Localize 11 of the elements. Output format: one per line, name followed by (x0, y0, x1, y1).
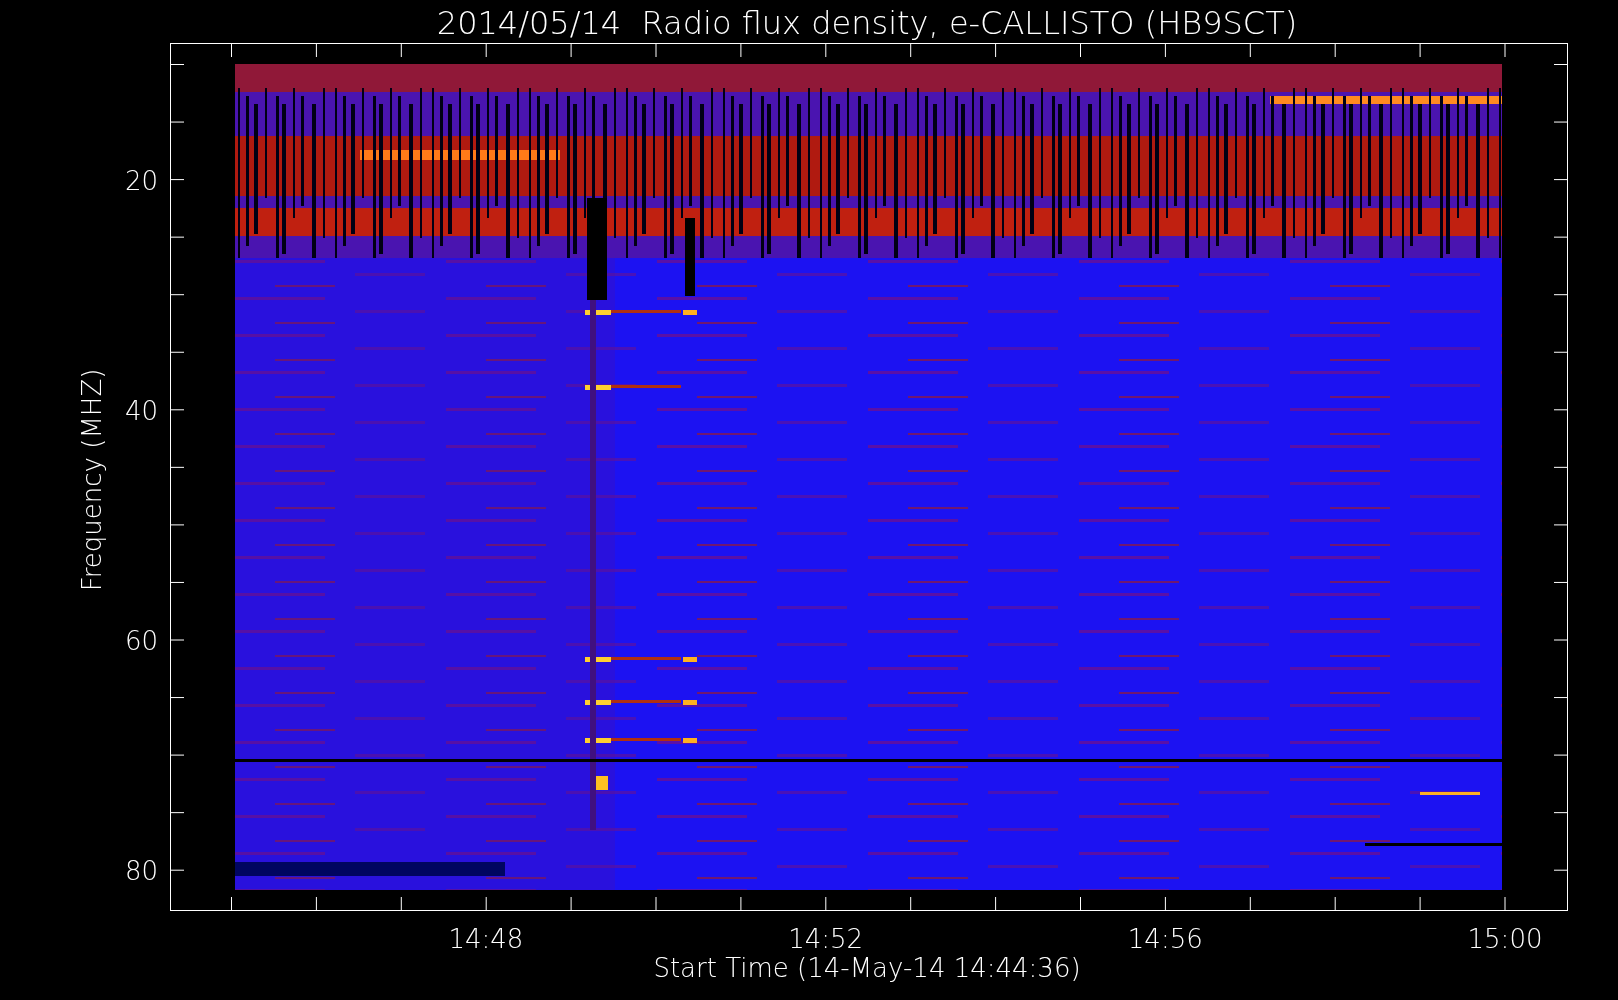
tick-label: 20 (124, 165, 158, 196)
tick-label: 40 (124, 395, 158, 426)
tick-label: 14:48 (448, 924, 524, 954)
tick-label: 15:00 (1467, 924, 1543, 954)
tick-label: 14:56 (1127, 924, 1203, 954)
axis-label: Start Time (14-May-14 14:44:36) (653, 953, 1081, 983)
axis-label: Frequency (MHZ) (77, 368, 107, 592)
tick-label: 60 (124, 626, 158, 656)
chart-title: 2014/05/14 Radio flux density, e-CALLISTO (HB9SCT) (436, 4, 1298, 42)
tick-label: 80 (124, 856, 158, 887)
tick-label: 14:52 (788, 924, 864, 954)
